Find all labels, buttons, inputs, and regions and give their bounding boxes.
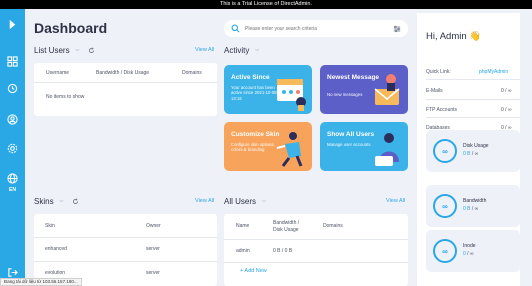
paint-illustration-icon [276,132,303,167]
tile-newest-message[interactable]: Newest Message No new messages [320,65,408,114]
column-header: Owner [146,223,161,229]
column-header: Domains [323,223,343,229]
skins-table-header: Skin Owner [34,214,217,229]
usage-title: Bandwidth [463,198,487,204]
column-header: Username [46,70,70,76]
empty-state-text: No items to show [46,94,85,100]
browser-status-bar: Đang tải dữ liệu từ 103.56.157.180... [0,278,82,286]
stat-value: 0 / ∞ [501,88,512,94]
language-label[interactable]: EN [0,187,25,193]
inode-card: ∞ Inode 0 / ∞ [426,230,520,272]
usage-limit: / ∞ [471,151,479,157]
stat-value: 0 / ∞ [501,107,512,113]
chevron-down-icon[interactable]: ⌵ [60,198,64,204]
table-row[interactable]: evolution server [34,262,217,276]
search-bar[interactable] [224,20,408,37]
divider [426,79,520,80]
usage-title: Disk Usage [463,143,489,149]
column-header: Domains [182,70,202,76]
logo-arrow-icon[interactable] [6,18,18,30]
tile-show-all-users[interactable]: Show All Users Manage user accounts [320,122,408,171]
all-users-table-header: Name Bandwidth / Disk Usage Domains [224,214,408,233]
refresh-icon[interactable] [88,46,95,54]
column-header: Bandwidth / Disk Usage [273,220,300,233]
search-icon [231,24,240,33]
usage-used: 0 B [463,206,471,212]
list-users-table-header: Username Bandwidth / Disk Usage Domains [34,63,217,76]
skin-name-cell: evolution [45,270,66,276]
user-icon[interactable] [6,113,18,125]
calendar-illustration-icon [277,79,306,111]
column-header: Name [236,223,250,229]
stat-label: E-Mails [426,88,443,94]
infinity-icon: ∞ [433,139,457,163]
page-title: Dashboard [34,20,108,36]
infinity-icon: ∞ [433,194,457,218]
skins-title: Skins [34,196,54,206]
usage-value: 0 B / ∞ [463,151,478,157]
list-users-header: List Users ⌵ [34,45,95,55]
skins-header: Skins ⌵ [34,196,79,206]
chevron-down-icon[interactable]: ⌵ [255,47,259,53]
skin-owner-cell: server [146,246,160,252]
divider [426,117,520,118]
usage-title: Inode [463,243,476,249]
history-clock-icon[interactable] [6,82,18,94]
sidebar: EN [0,9,25,286]
column-header: Skin [45,223,55,229]
quick-link-label: Quick Link: [426,69,451,75]
list-users-view-all-link[interactable]: View All [195,47,214,53]
tile-customize-skin[interactable]: Customize Skin Configure skin options, c… [224,122,312,171]
trial-license-banner: This is a Trial License of DirectAdmin. [0,0,532,9]
skin-owner-cell: server [146,270,160,276]
all-users-title: All Users [224,196,257,206]
table-row[interactable]: admin 0 B / 0 B [224,240,408,254]
filter-sliders-icon[interactable] [393,25,401,33]
column-header: Bandwidth / Disk Usage [96,70,150,76]
refresh-icon[interactable] [72,197,79,205]
activity-header: Activity ⌵ [224,45,259,55]
add-new-user-button[interactable]: + Add New [240,268,267,274]
usage-used: 0 B [463,151,471,157]
usage-used: 0 [463,251,466,257]
usage-value: 0 / ∞ [463,251,474,257]
all-users-view-all-link[interactable]: View All [386,198,405,204]
message-illustration-icon [374,74,400,105]
skin-name-cell: enhanced [45,246,67,252]
bandwidth-card: ∞ Bandwidth 0 B / ∞ [426,185,520,227]
quick-link-phpmyadmin[interactable]: phpMyAdmin [479,69,508,75]
chevron-down-icon[interactable]: ⌵ [262,198,266,204]
search-input[interactable] [245,25,393,32]
usage-limit: / ∞ [467,251,474,257]
user-usage-cell: 0 B / 0 B [273,248,293,254]
globe-language-icon[interactable] [6,172,18,184]
settings-gear-icon[interactable] [6,142,18,154]
divider [426,99,520,100]
tile-active-since[interactable]: Active Since Your account has been activ… [224,65,312,114]
infinity-icon: ∞ [433,239,457,263]
all-users-header: All Users ⌵ [224,196,266,206]
all-users-card: Name Bandwidth / Disk Usage Domains admi… [224,214,408,286]
divider [224,262,408,263]
divider [34,82,217,83]
list-users-card: Username Bandwidth / Disk Usage Domains … [34,63,217,116]
chevron-down-icon[interactable]: ⌵ [76,47,80,53]
disk-usage-card: ∞ Disk Usage 0 B / ∞ [426,130,520,172]
table-row[interactable]: enhanced server [34,238,217,252]
activity-title: Activity [224,45,250,55]
stat-label: FTP Accounts [426,107,458,113]
account-summary-panel: Hi, Admin 👋 Quick Link: phpMyAdmin E-Mai… [417,13,520,286]
usage-limit: / ∞ [471,206,479,212]
skins-view-all-link[interactable]: View All [195,198,214,204]
greeting: Hi, Admin 👋 [426,31,482,42]
list-users-title: List Users [34,45,70,55]
usage-value: 0 B / ∞ [463,206,478,212]
users-illustration-icon [375,133,399,166]
skins-card: Skin Owner enhanced server evolution ser… [34,214,217,286]
grid-icon[interactable] [6,55,18,67]
logout-icon[interactable] [6,266,18,278]
tile-title: Active Since [231,74,270,81]
user-name-cell: admin [236,248,250,254]
